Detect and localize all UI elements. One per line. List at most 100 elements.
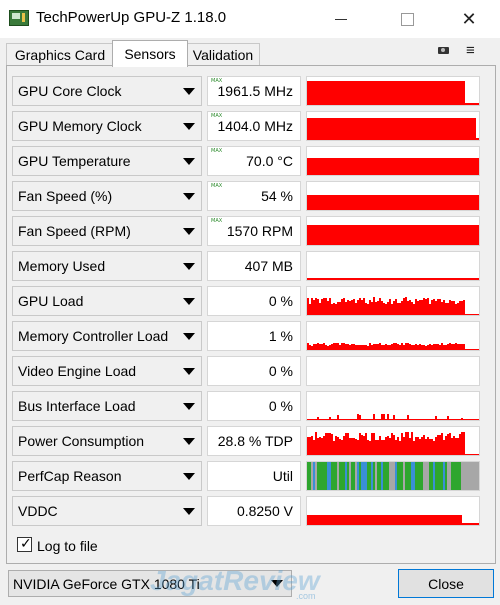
graph-bar bbox=[409, 300, 411, 315]
graph-bar bbox=[427, 345, 429, 350]
graph-bar bbox=[343, 462, 345, 490]
graph-bar bbox=[391, 462, 393, 490]
graph-bar bbox=[341, 419, 343, 420]
sensor-dropdown[interactable]: GPU Temperature bbox=[12, 146, 202, 176]
graph-bar bbox=[369, 419, 371, 420]
graph-bar bbox=[321, 462, 323, 490]
graph-bar bbox=[327, 462, 329, 490]
graph-bar bbox=[325, 298, 327, 315]
graph-bar bbox=[463, 344, 465, 350]
graph-bar bbox=[327, 346, 329, 350]
close-window-button[interactable]: ✕ bbox=[446, 0, 492, 38]
graph-bar bbox=[433, 299, 435, 315]
sensor-dropdown[interactable]: VDDC bbox=[12, 496, 202, 526]
menu-icon[interactable]: ≡ bbox=[466, 42, 475, 59]
camera-icon[interactable] bbox=[438, 47, 449, 54]
sensor-dropdown[interactable]: Fan Speed (%) bbox=[12, 181, 202, 211]
sensor-graph bbox=[306, 286, 480, 316]
chevron-down-icon bbox=[183, 263, 195, 270]
graph-bar bbox=[329, 345, 331, 350]
sensor-dropdown[interactable]: Memory Used bbox=[12, 251, 202, 281]
sensor-dropdown[interactable]: PerfCap Reason bbox=[12, 461, 202, 491]
graph-bar bbox=[457, 344, 459, 350]
graph-bar bbox=[443, 300, 445, 315]
sensor-dropdown[interactable]: Power Consumption bbox=[12, 426, 202, 456]
close-button[interactable]: Close bbox=[398, 569, 494, 598]
chevron-down-icon bbox=[183, 228, 195, 235]
sensor-dropdown[interactable]: GPU Memory Clock bbox=[12, 111, 202, 141]
graph-bar bbox=[343, 343, 345, 350]
max-indicator: MAX bbox=[211, 148, 223, 154]
graph-bar bbox=[407, 415, 409, 420]
graph-bar bbox=[473, 419, 475, 420]
graph-bar bbox=[427, 437, 429, 455]
graph-bar bbox=[441, 302, 443, 315]
sensor-row: GPU Memory Clock MAX 1404.0 MHz bbox=[12, 111, 482, 141]
sensor-graph bbox=[306, 426, 480, 456]
sensor-value-box: MAX 1404.0 MHz bbox=[207, 111, 301, 141]
graph-bar bbox=[401, 343, 403, 350]
graph-bar bbox=[377, 419, 379, 420]
graph-bar bbox=[439, 419, 441, 420]
graph-bar bbox=[389, 419, 391, 420]
graph-bar bbox=[409, 419, 411, 420]
graph-bar bbox=[391, 304, 393, 315]
sensor-graph bbox=[306, 461, 480, 491]
graph-bar bbox=[385, 462, 387, 490]
sensor-row: PerfCap Reason Util bbox=[12, 461, 482, 491]
sensor-graph bbox=[306, 496, 480, 526]
graph-bar bbox=[397, 462, 399, 490]
sensor-value-box: 407 MB bbox=[207, 251, 301, 281]
graph-bar bbox=[387, 414, 389, 420]
graph-bar bbox=[417, 419, 419, 420]
graph-bar bbox=[419, 419, 421, 420]
graph-bar bbox=[415, 462, 417, 490]
maximize-button[interactable] bbox=[384, 0, 430, 38]
graph-bar bbox=[467, 454, 469, 455]
graph-bar bbox=[435, 344, 437, 350]
graph-bar bbox=[331, 434, 333, 455]
graph-bar bbox=[375, 419, 377, 420]
graph-bar bbox=[421, 300, 423, 315]
sensor-dropdown[interactable]: GPU Load bbox=[12, 286, 202, 316]
graph-bar bbox=[431, 419, 433, 420]
sensor-dropdown[interactable]: Memory Controller Load bbox=[12, 321, 202, 351]
graph-bar bbox=[453, 462, 455, 490]
sensor-dropdown[interactable]: GPU Core Clock bbox=[12, 76, 202, 106]
graph-bar bbox=[385, 304, 387, 315]
graph-bar bbox=[317, 438, 319, 455]
sensor-dropdown[interactable]: Video Engine Load bbox=[12, 356, 202, 386]
minimize-button[interactable] bbox=[318, 0, 364, 38]
graph-bar bbox=[367, 440, 369, 455]
sensor-dropdown[interactable]: Fan Speed (RPM) bbox=[12, 216, 202, 246]
tab-graphics-card[interactable]: Graphics Card bbox=[6, 43, 114, 66]
graph-bar bbox=[333, 441, 335, 455]
graph-bar bbox=[413, 441, 415, 455]
sensor-value: 0 % bbox=[268, 363, 293, 379]
graph-bar bbox=[409, 438, 411, 455]
graph-bar bbox=[391, 433, 393, 455]
graph-bar bbox=[351, 438, 353, 455]
graph-bar bbox=[351, 300, 353, 315]
graph-bar bbox=[357, 462, 359, 490]
log-to-file-checkbox[interactable]: ✓ bbox=[17, 535, 32, 552]
sensor-row: VDDC 0.8250 V bbox=[12, 496, 482, 526]
graph-bar bbox=[333, 303, 335, 315]
sensor-row: GPU Load 0 % bbox=[12, 286, 482, 316]
graph-bar bbox=[321, 344, 323, 350]
graph-bar bbox=[473, 462, 475, 490]
sensor-value-box: MAX 70.0 °C bbox=[207, 146, 301, 176]
graph-bar bbox=[321, 299, 323, 315]
sensor-dropdown[interactable]: Bus Interface Load bbox=[12, 391, 202, 421]
tab-validation[interactable]: Validation bbox=[186, 43, 260, 66]
graph-bar bbox=[451, 438, 453, 455]
graph-bar bbox=[325, 419, 327, 420]
graph-bar bbox=[361, 300, 363, 315]
tab-sensors[interactable]: Sensors bbox=[112, 40, 188, 67]
graph-bar bbox=[407, 301, 409, 315]
graph-bar bbox=[363, 462, 365, 490]
graph-bar bbox=[475, 462, 477, 490]
graph-bar bbox=[405, 419, 407, 420]
graph-bar bbox=[465, 462, 467, 490]
graph-bar bbox=[393, 435, 395, 455]
